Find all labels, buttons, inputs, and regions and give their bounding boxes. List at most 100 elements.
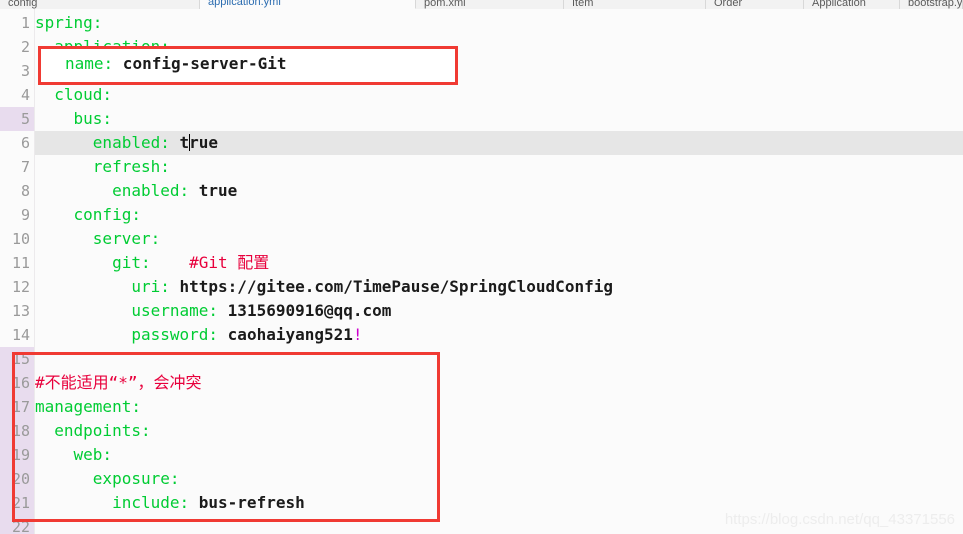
code-line[interactable]: web:: [35, 443, 963, 467]
code-area[interactable]: spring: application: name: config-server…: [35, 9, 963, 534]
code-line[interactable]: git: #Git 配置: [35, 251, 963, 275]
code-line[interactable]: endpoints:: [35, 419, 963, 443]
yaml-value: true: [198, 181, 238, 200]
yaml-key: refresh:: [92, 157, 170, 176]
editor-tab-pom-xml[interactable]: pom.xml: [416, 0, 564, 9]
yaml-value: https://gitee.com/TimePause/SpringCloudC…: [179, 277, 613, 296]
yaml-value: 1315690916@qq.com: [227, 301, 392, 320]
code-line[interactable]: refresh:: [35, 155, 963, 179]
yaml-key: password:: [131, 325, 219, 344]
line-number: 4: [20, 86, 30, 104]
code-editor[interactable]: 1 2 3 4 5 6 7 8 9 10 11 12 13 14 15 16 17 18 19 20 21 22 spri…: [0, 9, 963, 534]
yaml-key: username:: [131, 301, 219, 320]
editor-tab-application[interactable]: Application: [804, 0, 900, 9]
yaml-key: enabled:: [112, 181, 190, 200]
line-number: 7: [20, 158, 30, 176]
yaml-key: config:: [73, 205, 141, 224]
editor-tab-config[interactable]: config: [0, 0, 200, 9]
editor-tab-label: Item: [572, 0, 594, 9]
yaml-value: caohaiyang521: [227, 325, 353, 344]
editor-tab-label: application.yml: [208, 0, 281, 8]
editor-tab-bootstrap-yml[interactable]: bootstrap.yml: [900, 0, 963, 9]
code-line[interactable]: enabled: true: [35, 131, 963, 155]
line-number: 14: [11, 326, 30, 344]
code-line[interactable]: management:: [35, 395, 963, 419]
line-number-gutter: 1 2 3 4 5 6 7 8 9 10 11 12 13 14 15 16 17 18 19 20 21 22: [0, 9, 35, 534]
code-line[interactable]: [35, 347, 963, 371]
yaml-key: enabled:: [92, 133, 170, 152]
code-line[interactable]: username: 1315690916@qq.com: [35, 299, 963, 323]
yaml-key: uri:: [131, 277, 170, 296]
yaml-key: name:: [73, 61, 122, 80]
line-number: 9: [20, 206, 30, 224]
code-line[interactable]: spring:: [35, 11, 963, 35]
line-number: 20: [0, 467, 34, 491]
yaml-value: bus-refresh: [198, 493, 305, 512]
yaml-key: git:: [112, 253, 151, 272]
yaml-value-after-caret: rue: [189, 133, 219, 152]
line-number: 8: [20, 182, 30, 200]
line-number: 10: [11, 230, 30, 248]
yaml-value-suffix: !: [352, 325, 363, 344]
line-number: 15: [0, 347, 34, 371]
yaml-key: exposure:: [92, 469, 180, 488]
line-number: 17: [0, 395, 34, 419]
code-line[interactable]: server:: [35, 227, 963, 251]
editor-tab-order[interactable]: Order: [706, 0, 804, 9]
line-number: 18: [0, 419, 34, 443]
code-line[interactable]: config:: [35, 203, 963, 227]
yaml-key: management:: [35, 397, 141, 416]
yaml-comment: #Git 配置: [189, 253, 270, 272]
yaml-key: web:: [73, 445, 113, 464]
yaml-key: include:: [112, 493, 190, 512]
code-line[interactable]: #不能适用“*”，会冲突: [35, 371, 963, 395]
line-number: 19: [0, 443, 34, 467]
editor-tab-application-yml[interactable]: application.yml: [200, 0, 416, 9]
watermark: https://blog.csdn.net/qq_43371556: [724, 511, 955, 528]
editor-tab-item[interactable]: Item: [564, 0, 706, 9]
code-line[interactable]: cloud:: [35, 83, 963, 107]
line-number: 21: [0, 491, 34, 515]
code-line[interactable]: application:: [35, 35, 963, 59]
line-number: 1: [20, 14, 30, 32]
line-number: 5: [0, 107, 34, 131]
yaml-value-before-caret: t: [179, 133, 190, 152]
code-line[interactable]: exposure:: [35, 467, 963, 491]
code-line[interactable]: enabled: true: [35, 179, 963, 203]
line-number: 12: [11, 278, 30, 296]
code-line[interactable]: name: config-server-Git: [35, 59, 963, 83]
editor-tab-label: pom.xml: [424, 0, 466, 9]
yaml-key: application:: [54, 37, 170, 56]
code-line[interactable]: password: caohaiyang521!: [35, 323, 963, 347]
line-number: 3: [20, 62, 30, 80]
yaml-key: endpoints:: [54, 421, 151, 440]
ide-window: config application.yml pom.xml Item Order App…: [0, 0, 963, 534]
code-line[interactable]: bus:: [35, 107, 963, 131]
line-number: 6: [20, 134, 30, 152]
editor-tab-label: config: [8, 0, 38, 9]
code-line[interactable]: uri: https://gitee.com/TimePause/SpringC…: [35, 275, 963, 299]
yaml-key: cloud:: [54, 85, 113, 104]
